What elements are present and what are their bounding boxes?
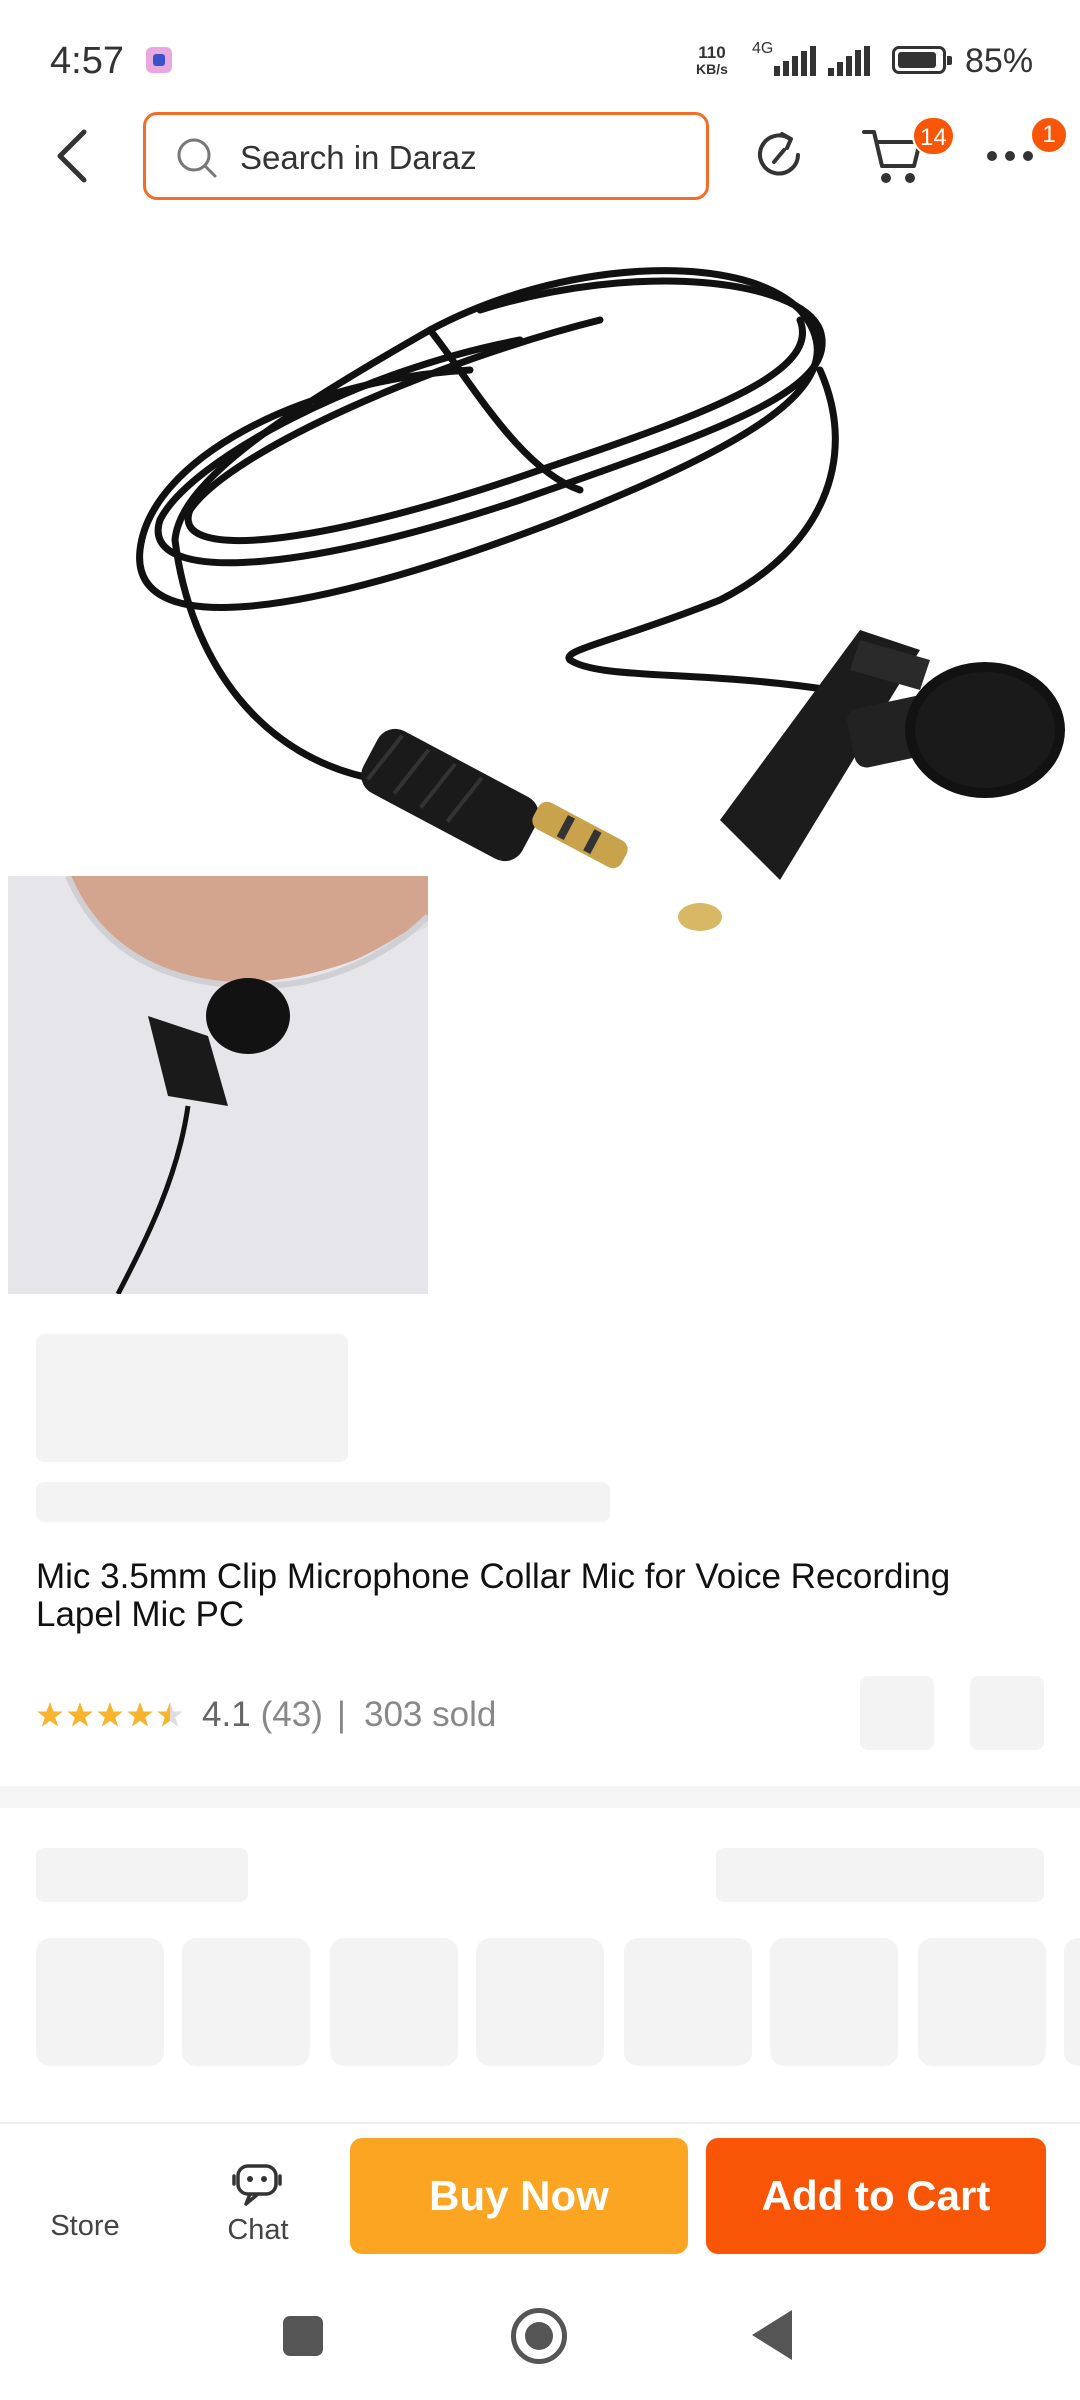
- store-button[interactable]: Store: [30, 2210, 140, 2243]
- network-speed-value: 110: [698, 43, 726, 62]
- chat-label: Chat: [227, 2214, 289, 2246]
- rating-value: 4.1: [202, 1695, 251, 1734]
- variant-option-skeleton: [1064, 1938, 1080, 2066]
- promo-skeleton: [36, 1482, 610, 1522]
- variant-option-skeleton: [182, 1938, 310, 2066]
- signal-strength-icon-2: [828, 46, 870, 76]
- system-back-icon[interactable]: [752, 2310, 792, 2360]
- star-partial-icon: [157, 1702, 183, 1727]
- status-bar: 4:57 110 KB/s 4G 85%: [0, 0, 1080, 110]
- search-icon: [177, 138, 217, 178]
- variant-action-skeleton: [716, 1848, 1044, 1902]
- star-full-icon: [97, 1702, 123, 1727]
- cart-count-badge: 14: [912, 116, 955, 156]
- system-navigation-bar: [0, 2268, 1080, 2400]
- collar-mic-photo: [8, 876, 428, 1294]
- variant-option-skeleton: [476, 1938, 604, 2066]
- rating-count: (43): [260, 1695, 323, 1734]
- variant-option-skeleton: [330, 1938, 458, 2066]
- wishlist-skeleton: [970, 1676, 1044, 1750]
- rating-row[interactable]: 4.1 (43) | 303 sold: [36, 1690, 496, 1740]
- variant-option-skeleton: [624, 1938, 752, 2066]
- variant-option-skeleton: [36, 1938, 164, 2066]
- store-label: Store: [50, 2210, 120, 2242]
- search-input[interactable]: Search in Daraz: [143, 112, 709, 200]
- variant-option-skeleton: [918, 1938, 1046, 2066]
- notification-count-badge: 1: [1030, 116, 1068, 154]
- battery-icon: [892, 46, 952, 74]
- network-speed: 110 KB/s: [696, 44, 728, 78]
- rating-separator: |: [336, 1695, 346, 1734]
- sold-count: 303 sold: [364, 1695, 497, 1734]
- battery-level: 85%: [965, 42, 1034, 80]
- recent-history-icon[interactable]: [752, 128, 806, 182]
- chat-button[interactable]: Chat: [200, 2160, 316, 2247]
- back-arrow-icon[interactable]: [50, 128, 98, 184]
- signal-strength-icon: [774, 46, 816, 76]
- more-options-icon[interactable]: [986, 146, 1034, 166]
- search-placeholder: Search in Daraz: [240, 139, 477, 176]
- star-full-icon: [37, 1702, 63, 1727]
- price-skeleton: [36, 1334, 348, 1462]
- product-title: Mic 3.5mm Clip Microphone Collar Mic for…: [36, 1557, 951, 1634]
- share-skeleton: [860, 1676, 934, 1750]
- product-image-gallery[interactable]: [0, 220, 1080, 1294]
- recent-apps-icon[interactable]: [283, 2316, 323, 2356]
- variant-label-skeleton: [36, 1848, 248, 1902]
- star-full-icon: [67, 1702, 93, 1727]
- home-icon[interactable]: [511, 2308, 567, 2364]
- rating-stars: [36, 1701, 184, 1729]
- chat-icon: [232, 2164, 282, 2206]
- phone-app-notification-icon: [146, 47, 172, 73]
- variant-option-skeleton: [770, 1938, 898, 2066]
- star-full-icon: [127, 1702, 153, 1727]
- product-secondary-image[interactable]: [8, 876, 428, 1294]
- network-speed-unit: KB/s: [696, 61, 728, 77]
- buy-now-button[interactable]: Buy Now: [350, 2138, 688, 2254]
- status-time: 4:57: [50, 40, 124, 82]
- add-to-cart-button[interactable]: Add to Cart: [706, 2138, 1046, 2254]
- section-divider: [0, 1786, 1080, 1808]
